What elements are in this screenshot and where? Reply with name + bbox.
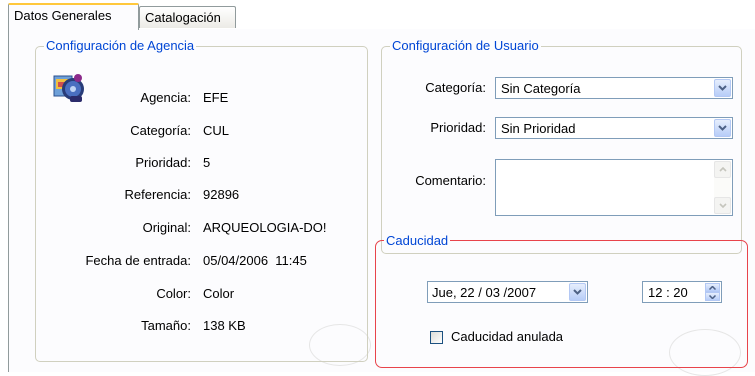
agency-reference-value: 92896 xyxy=(203,187,240,202)
agency-original-value: ARQUEOLOGIA-DO! xyxy=(203,220,327,235)
chevron-down-icon[interactable] xyxy=(714,79,731,97)
user-config-title: Configuración de Usuario xyxy=(390,38,541,54)
agency-color-value: Color xyxy=(203,286,235,301)
agency-original-label: Original: xyxy=(142,220,191,235)
expiry-group: Caducidad Jue, 22 / 03 /2007 12 : 20 Cad… xyxy=(375,233,748,368)
agency-category-value: CUL xyxy=(203,123,230,138)
scroll-down-icon[interactable] xyxy=(714,197,731,214)
agency-size-label: Tamaño: xyxy=(141,318,191,333)
agency-priority-value: 5 xyxy=(203,155,211,170)
expiry-time-value: 12 : 20 xyxy=(648,285,688,300)
spin-down-icon[interactable] xyxy=(705,292,720,301)
agency-config-group: Configuración de Agencia Agencia: EFE Ca… xyxy=(35,38,368,362)
agency-value: EFE xyxy=(203,90,229,105)
tab-panel-datos-generales: Configuración de Agencia Agencia: EFE Ca… xyxy=(8,29,755,376)
agency-size-value: 138 KB xyxy=(203,318,246,333)
expiry-cancel-checkbox[interactable] xyxy=(430,331,443,344)
comment-scrollbar[interactable] xyxy=(714,161,731,214)
agency-priority-label: Prioridad: xyxy=(135,155,191,170)
expiry-cancel-label[interactable]: Caducidad anulada xyxy=(451,329,563,345)
agency-entry-date-label: Fecha de entrada: xyxy=(85,253,191,268)
tab-datos-generales[interactable]: Datos Generales xyxy=(8,3,139,30)
agency-label: Agencia: xyxy=(140,90,191,105)
agency-config-title: Configuración de Agencia xyxy=(44,38,197,54)
user-comment-label: Comentario: xyxy=(415,173,486,188)
user-category-select[interactable]: Sin Categoría xyxy=(495,77,733,99)
user-priority-label: Prioridad: xyxy=(430,120,486,135)
agency-category-label: Categoría: xyxy=(130,123,191,138)
tab-catalogacion[interactable]: Catalogación xyxy=(139,6,236,28)
expiry-title: Caducidad xyxy=(384,233,451,249)
agency-color-label: Color: xyxy=(156,286,191,301)
agency-media-icon xyxy=(52,70,86,104)
user-priority-selected: Sin Prioridad xyxy=(501,121,576,136)
chevron-down-icon[interactable] xyxy=(714,119,731,137)
user-priority-select[interactable]: Sin Prioridad xyxy=(495,117,733,139)
calendar-dropdown-icon[interactable] xyxy=(569,283,586,301)
time-spinner[interactable] xyxy=(705,283,720,301)
user-category-label: Categoría: xyxy=(425,80,486,95)
expiry-date-picker[interactable]: Jue, 22 / 03 /2007 xyxy=(427,281,588,303)
agency-entry-date-value: 05/04/2006 11:45 xyxy=(203,253,307,268)
user-comment-textarea[interactable] xyxy=(495,159,733,216)
expiry-time-picker[interactable]: 12 : 20 xyxy=(642,281,722,303)
scroll-up-icon[interactable] xyxy=(714,161,731,178)
expiry-date-value: Jue, 22 / 03 /2007 xyxy=(432,285,537,300)
user-category-selected: Sin Categoría xyxy=(501,81,581,96)
agency-reference-label: Referencia: xyxy=(124,187,191,202)
spin-up-icon[interactable] xyxy=(705,283,720,292)
user-config-group: Configuración de Usuario Categoría: Sin … xyxy=(381,38,742,254)
